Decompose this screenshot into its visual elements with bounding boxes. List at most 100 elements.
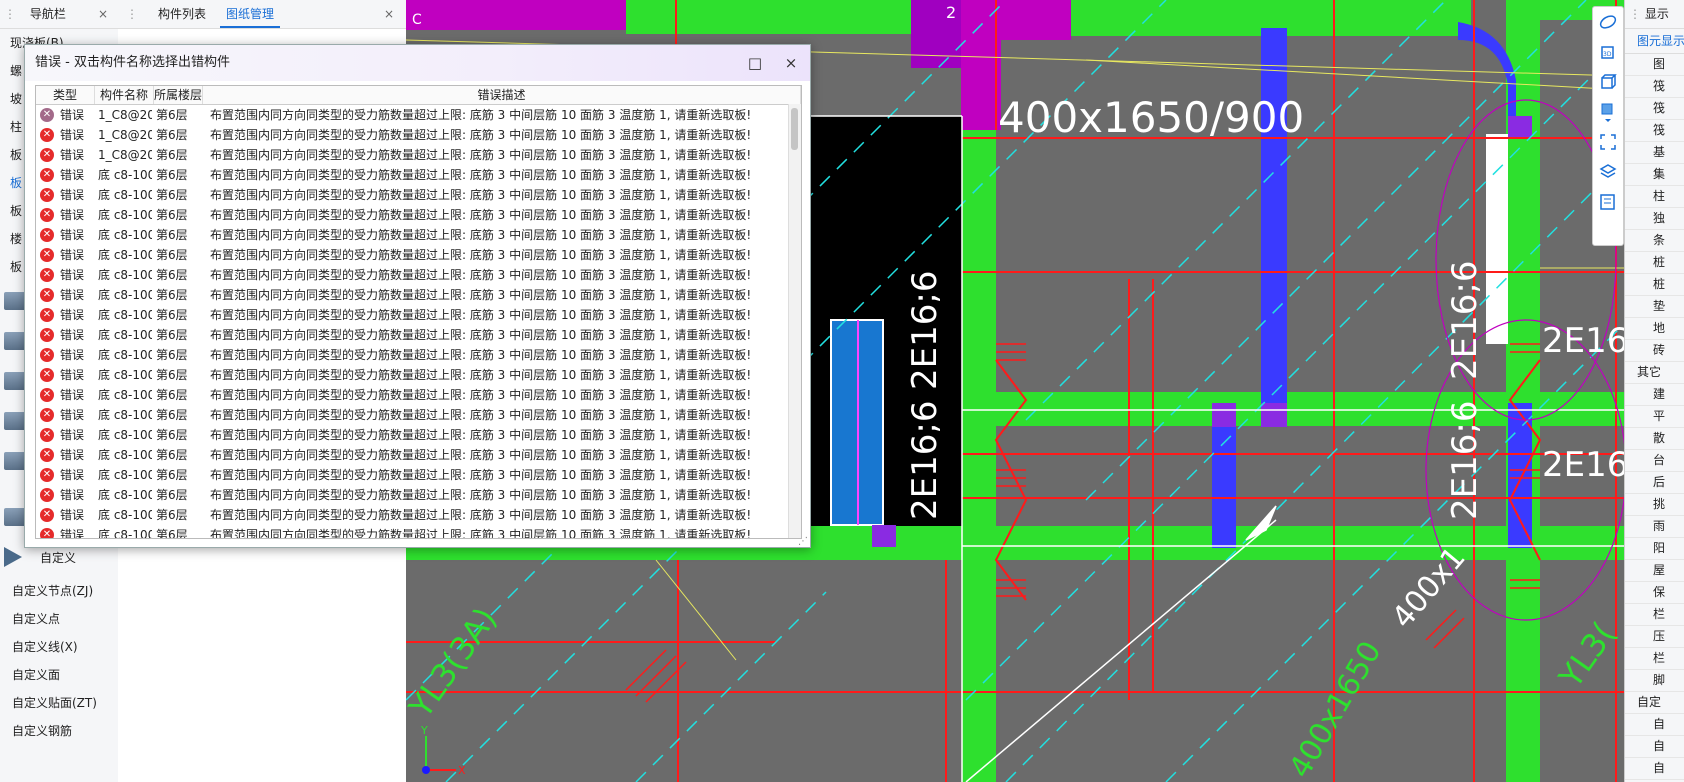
component-name-cell[interactable]: 底 c8-100 bbox=[94, 245, 152, 265]
component-name-cell[interactable]: 1_C8@200 bbox=[94, 125, 152, 145]
tree-item[interactable]: 筏 bbox=[1625, 76, 1684, 98]
tree-item[interactable]: 自 bbox=[1625, 714, 1684, 736]
component-name-cell[interactable]: 1_C8@200 bbox=[94, 105, 152, 125]
table-row[interactable]: ✕ 错误底 c8-100 第6层 布置范围内同方向同类型的受力筋数量超过上限: 底筋 … bbox=[36, 265, 801, 285]
table-row[interactable]: ✕ 错误底 c8-100 第6层 布置范围内同方向同类型的受力筋数量超过上限: 底筋 … bbox=[36, 365, 801, 385]
table-row[interactable]: ✕ 错误底 c8-100 第6层 布置范围内同方向同类型的受力筋数量超过上限: 底筋 … bbox=[36, 525, 801, 538]
tree-item[interactable]: 栏 bbox=[1625, 648, 1684, 670]
tree-item[interactable]: 地 bbox=[1625, 318, 1684, 340]
terrain-icon[interactable] bbox=[4, 452, 26, 470]
tab-element-display[interactable]: 图元显示 bbox=[1625, 29, 1684, 54]
tree-item[interactable]: 垫 bbox=[1625, 296, 1684, 318]
table-row[interactable]: ✕ 错误底 c8-100 第6层 布置范围内同方向同类型的受力筋数量超过上限: 底筋 … bbox=[36, 465, 801, 485]
scrollbar-thumb[interactable] bbox=[791, 108, 798, 150]
wall-icon[interactable] bbox=[4, 292, 26, 310]
component-name-cell[interactable]: 底 c8-100 bbox=[94, 445, 152, 465]
tree-item[interactable]: 屋 bbox=[1625, 560, 1684, 582]
cube-dropdown-icon[interactable] bbox=[1593, 97, 1623, 127]
tree-item[interactable]: 散 bbox=[1625, 428, 1684, 450]
component-name-cell[interactable]: 底 c8-100 bbox=[94, 405, 152, 425]
table-row[interactable]: ✕ 错误 1_C8@200 第6层 布置范围内同方向同类型的受力筋数量超过上限: 底筋 … bbox=[36, 145, 801, 165]
properties-icon[interactable] bbox=[1593, 187, 1623, 217]
table-row[interactable]: ✕ 错误底 c8-100 第6层 布置范围内同方向同类型的受力筋数量超过上限: 底筋 … bbox=[36, 425, 801, 445]
table-row[interactable]: ✕ 错误底 c8-100 第6层 布置范围内同方向同类型的受力筋数量超过上限: 底筋 … bbox=[36, 345, 801, 365]
table-row[interactable]: ✕ 错误底 c8-100 第6层 布置范围内同方向同类型的受力筋数量超过上限: 底筋 … bbox=[36, 485, 801, 505]
3d-icon[interactable]: 3D bbox=[1593, 37, 1623, 67]
tree-item[interactable]: 保 bbox=[1625, 582, 1684, 604]
table-row[interactable]: ✕ 错误底 c8-100 第6层 布置范围内同方向同类型的受力筋数量超过上限: 底筋 … bbox=[36, 305, 801, 325]
fit-view-icon[interactable] bbox=[1593, 127, 1623, 157]
table-row[interactable]: ✕ 错误底 c8-100 第6层 布置范围内同方向同类型的受力筋数量超过上限: 底筋 … bbox=[36, 445, 801, 465]
table-row[interactable]: ✕ 错误底 c8-100 第6层 布置范围内同方向同类型的受力筋数量超过上限: 底筋 … bbox=[36, 325, 801, 345]
close-button[interactable]: × bbox=[778, 45, 804, 81]
tree-item[interactable]: 挑 bbox=[1625, 494, 1684, 516]
tree-item[interactable]: 砖 bbox=[1625, 340, 1684, 362]
component-name-cell[interactable]: 底 c8-100 bbox=[94, 265, 152, 285]
component-name-cell[interactable]: 底 c8-100 bbox=[94, 345, 152, 365]
slab-icon[interactable] bbox=[4, 372, 26, 390]
component-name-cell[interactable]: 底 c8-100 bbox=[94, 325, 152, 345]
tree-item[interactable]: 筏 bbox=[1625, 120, 1684, 142]
component-name-cell[interactable]: 底 c8-100 bbox=[94, 385, 152, 405]
tab-drawing-management[interactable]: 图纸管理 bbox=[220, 0, 281, 28]
tree-item[interactable]: 自 bbox=[1625, 736, 1684, 758]
table-row[interactable]: ✕ 错误 1_C8@200 第6层 布置范围内同方向同类型的受力筋数量超过上限: 底筋 … bbox=[36, 105, 801, 125]
tree-group[interactable]: 其它 bbox=[1625, 362, 1684, 384]
table-row[interactable]: ✕ 错误底 c8-100 第6层 布置范围内同方向同类型的受力筋数量超过上限: 底筋 … bbox=[36, 165, 801, 185]
component-name-cell[interactable]: 底 c8-100 bbox=[94, 525, 152, 538]
component-name-cell[interactable]: 底 c8-100 bbox=[94, 285, 152, 305]
component-name-cell[interactable]: 底 c8-100 bbox=[94, 485, 152, 505]
nav-sub-item[interactable]: 自定义面 bbox=[0, 661, 118, 689]
table-row[interactable]: ✕ 错误底 c8-100 第6层 布置范围内同方向同类型的受力筋数量超过上限: 底筋 … bbox=[36, 205, 801, 225]
component-name-cell[interactable]: 底 c8-100 bbox=[94, 365, 152, 385]
table-row[interactable]: ✕ 错误底 c8-100 第6层 布置范围内同方向同类型的受力筋数量超过上限: 底筋 … bbox=[36, 185, 801, 205]
column-header-floor[interactable]: 所属楼层 bbox=[154, 86, 203, 104]
tree-item[interactable]: 建 bbox=[1625, 384, 1684, 406]
table-row[interactable]: ✕ 错误底 c8-100 第6层 布置范围内同方向同类型的受力筋数量超过上限: 底筋 … bbox=[36, 505, 801, 525]
component-name-cell[interactable]: 底 c8-100 bbox=[94, 305, 152, 325]
column-header-type[interactable]: 类型 bbox=[36, 86, 95, 104]
tree-item[interactable]: 独 bbox=[1625, 208, 1684, 230]
tree-item[interactable]: 阳 bbox=[1625, 538, 1684, 560]
tree-item[interactable]: 条 bbox=[1625, 230, 1684, 252]
table-row[interactable]: ✕ 错误底 c8-100 第6层 布置范围内同方向同类型的受力筋数量超过上限: 底筋 … bbox=[36, 405, 801, 425]
component-name-cell[interactable]: 底 c8-100 bbox=[94, 225, 152, 245]
tree-item[interactable]: 压 bbox=[1625, 626, 1684, 648]
nav-sub-item[interactable]: 自定义节点(ZJ) bbox=[0, 577, 118, 605]
nav-close-button[interactable]: × bbox=[98, 0, 108, 28]
beam-icon[interactable] bbox=[4, 332, 26, 350]
tree-group[interactable]: 自定 bbox=[1625, 692, 1684, 714]
nav-sub-item[interactable]: 自定义点 bbox=[0, 605, 118, 633]
component-name-cell[interactable]: 底 c8-100 bbox=[94, 205, 152, 225]
component-name-cell[interactable]: 底 c8-100 bbox=[94, 505, 152, 525]
table-row[interactable]: ✕ 错误底 c8-100 第6层 布置范围内同方向同类型的受力筋数量超过上限: 底筋 … bbox=[36, 225, 801, 245]
tree-item[interactable]: 桩 bbox=[1625, 252, 1684, 274]
tree-item[interactable]: 集 bbox=[1625, 164, 1684, 186]
resize-grip-icon[interactable]: ⋰ bbox=[798, 536, 808, 547]
tree-item[interactable]: 桩 bbox=[1625, 274, 1684, 296]
tree-item[interactable]: 图 bbox=[1625, 54, 1684, 76]
tab-component-list[interactable]: 构件列表 bbox=[152, 0, 212, 28]
component-name-cell[interactable]: 底 c8-100 bbox=[94, 185, 152, 205]
vertical-scrollbar[interactable] bbox=[788, 104, 801, 538]
tree-item[interactable]: 雨 bbox=[1625, 516, 1684, 538]
layer-icon[interactable] bbox=[1593, 157, 1623, 187]
tree-item[interactable]: 后 bbox=[1625, 472, 1684, 494]
tree-item[interactable]: 自 bbox=[1625, 758, 1684, 780]
component-name-cell[interactable]: 底 c8-100 bbox=[94, 425, 152, 445]
tree-item[interactable]: 台 bbox=[1625, 450, 1684, 472]
tree-item[interactable]: 柱 bbox=[1625, 186, 1684, 208]
panel-close-button[interactable]: × bbox=[384, 0, 394, 28]
maximize-button[interactable]: □ bbox=[742, 45, 768, 81]
tree-item[interactable]: 脚 bbox=[1625, 670, 1684, 692]
nav-sub-item[interactable]: 自定义线(X) bbox=[0, 633, 118, 661]
nav-sub-item[interactable]: 自定义钢筋 bbox=[0, 717, 118, 745]
component-name-cell[interactable]: 底 c8-100 bbox=[94, 465, 152, 485]
table-row[interactable]: ✕ 错误底 c8-100 第6层 布置范围内同方向同类型的受力筋数量超过上限: 底筋 … bbox=[36, 385, 801, 405]
component-name-cell[interactable]: 1_C8@200 bbox=[94, 145, 152, 165]
table-row[interactable]: ✕ 错误底 c8-100 第6层 布置范围内同方向同类型的受力筋数量超过上限: 底筋 … bbox=[36, 245, 801, 265]
tree-item[interactable]: 栏 bbox=[1625, 604, 1684, 626]
orbit-icon[interactable] bbox=[1593, 7, 1623, 37]
table-row[interactable]: ✕ 错误 1_C8@200 第6层 布置范围内同方向同类型的受力筋数量超过上限: 底筋 … bbox=[36, 125, 801, 145]
tree-item[interactable]: 筏 bbox=[1625, 98, 1684, 120]
